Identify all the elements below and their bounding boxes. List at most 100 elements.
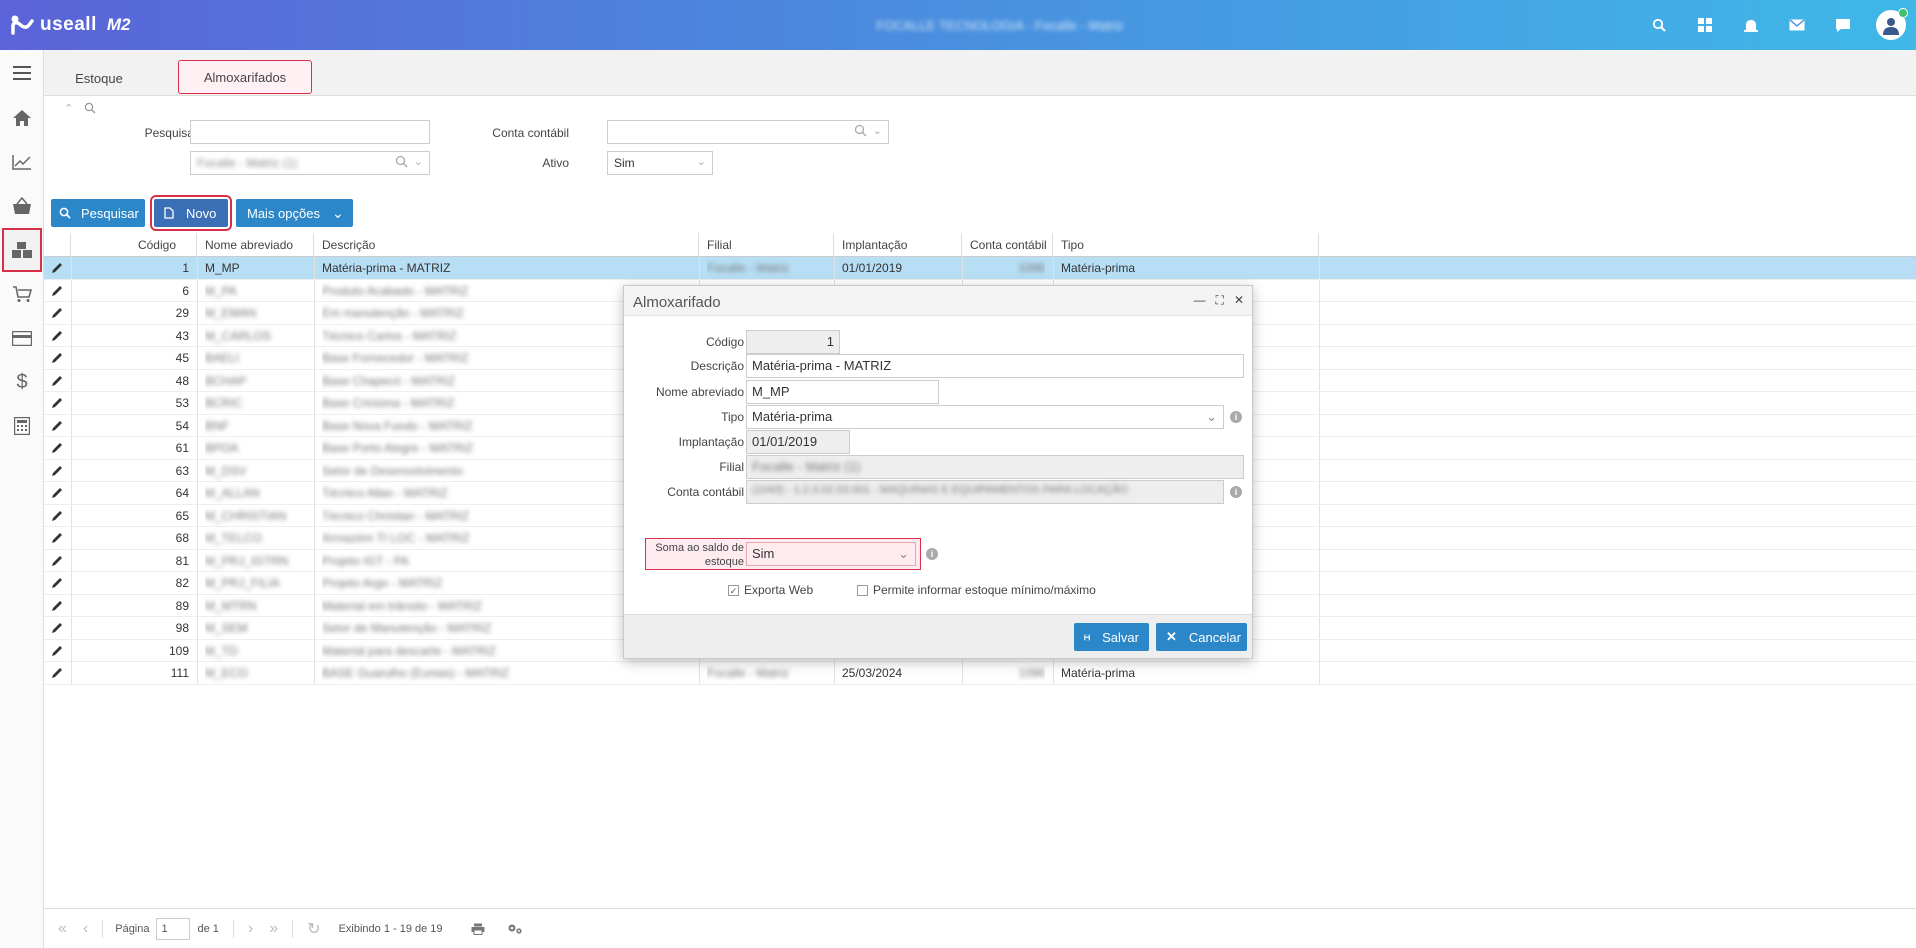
mais-opcoes-button[interactable]: Mais opções ⌄ (236, 199, 353, 227)
edit-pencil-icon[interactable] (50, 595, 68, 617)
header-implantacao[interactable]: Implantação (834, 233, 962, 257)
first-page-icon[interactable]: « (58, 920, 67, 938)
cell-nome: M_EMAN (205, 302, 306, 324)
header-filial[interactable]: Filial (699, 233, 834, 257)
collapse-icon[interactable]: ⌃ (64, 102, 73, 115)
edit-pencil-icon[interactable] (50, 280, 68, 302)
soma-saldo-select[interactable]: Sim ⌄ (746, 542, 916, 566)
search-icon[interactable] (854, 124, 867, 137)
mail-icon[interactable] (1774, 0, 1820, 50)
next-page-icon[interactable]: › (248, 920, 253, 938)
maximize-icon[interactable]: ⛶ (1216, 293, 1224, 308)
card-icon[interactable] (0, 316, 44, 360)
edit-pencil-icon[interactable] (50, 302, 68, 324)
salvar-button[interactable]: Salvar (1074, 623, 1149, 651)
header-codigo[interactable]: Código (71, 233, 197, 257)
tipo-info-icon[interactable]: i (1230, 411, 1242, 423)
search-icon[interactable] (395, 155, 408, 168)
table-row[interactable]: 1 M_MP Matéria-prima - MATRIZ Focalle - Mat… (44, 257, 1916, 280)
apps-icon[interactable] (1682, 0, 1728, 50)
home-icon[interactable] (0, 96, 44, 140)
column-divider (1319, 369, 1320, 391)
conta-contabil-field[interactable]: (1043) - 1.2.3.02.03.001 - MAQUINAS E EQ… (746, 480, 1224, 504)
close-icon[interactable]: ✕ (1234, 293, 1244, 308)
refresh-icon[interactable]: ↻ (307, 919, 320, 939)
edit-pencil-icon[interactable] (50, 392, 68, 414)
pesquisar-button[interactable]: Pesquisar (51, 199, 145, 227)
prev-page-icon[interactable]: ‹ (83, 920, 88, 938)
edit-pencil-icon[interactable] (50, 640, 68, 662)
edit-pencil-icon[interactable] (50, 617, 68, 639)
print-icon[interactable] (471, 923, 485, 935)
edit-pencil-icon[interactable] (50, 370, 68, 392)
user-avatar[interactable] (1876, 8, 1908, 40)
exporta-web-checkbox[interactable]: ✓ Exporta Web (728, 583, 813, 597)
chat-icon[interactable] (1820, 0, 1866, 50)
filial-select[interactable]: Focalle - Matriz (1) ⌄ (190, 151, 430, 175)
conta-info-icon[interactable]: i (1230, 486, 1242, 498)
alarm-icon[interactable] (1728, 0, 1774, 50)
cell-codigo: 82 (79, 572, 189, 594)
settings-gears-icon[interactable] (507, 923, 523, 935)
edit-pencil-icon[interactable] (50, 460, 68, 482)
menu-icon[interactable] (0, 50, 44, 96)
cell-nome-value: BPOA (205, 441, 239, 455)
edit-pencil-icon[interactable] (50, 527, 68, 549)
search-icon[interactable] (1636, 0, 1682, 50)
minimize-icon[interactable]: — (1194, 293, 1206, 308)
header-tipo[interactable]: Tipo (1053, 233, 1319, 257)
page-number-input[interactable]: 1 (155, 917, 190, 940)
soma-saldo-info-icon[interactable]: i (926, 548, 938, 560)
cart-add-icon[interactable] (0, 272, 44, 316)
tab-almoxarifados[interactable]: Almoxarifados (178, 60, 312, 94)
edit-pencil-icon[interactable] (50, 437, 68, 459)
cell-descricao-value: Projeto Argo - MATRIZ (322, 576, 443, 590)
edit-pencil-icon[interactable] (50, 662, 68, 684)
edit-pencil-icon[interactable] (50, 572, 68, 594)
chevron-down-icon[interactable]: ⌄ (697, 155, 706, 168)
chart-icon[interactable] (0, 140, 44, 184)
cell-codigo-value: 81 (175, 553, 189, 568)
conta-icons: ⌄ (854, 124, 882, 137)
filial-field[interactable]: Focalle - Matriz (1) (746, 455, 1244, 479)
basket-icon[interactable] (0, 184, 44, 228)
table-row[interactable]: 111 M_ECO BASE Guarulho (Eunias) - MATRIZ F… (44, 662, 1916, 685)
codigo-field[interactable]: 1 (746, 330, 840, 354)
tipo-select[interactable]: Matéria-prima ⌄ (746, 405, 1224, 429)
last-page-icon[interactable]: » (269, 920, 278, 938)
cell-nome-value: M_PRJ_IGTRN (205, 553, 289, 568)
edit-pencil-icon[interactable] (50, 347, 68, 369)
implantacao-label: Implantação (678, 435, 744, 449)
edit-pencil-icon[interactable] (50, 415, 68, 437)
permite-estoque-checkbox[interactable]: Permite informar estoque mínimo/máximo (857, 583, 1096, 597)
tab-estoque[interactable]: Estoque (64, 60, 134, 96)
column-divider (314, 324, 315, 346)
header-conta-contabil[interactable]: Conta contábil (962, 233, 1053, 257)
dollar-icon[interactable]: $ (0, 360, 44, 404)
edit-pencil-icon[interactable] (50, 505, 68, 527)
edit-pencil-icon[interactable] (50, 257, 68, 279)
pesquisa-geral-input[interactable] (190, 120, 430, 144)
header-nome-abreviado[interactable]: Nome abreviado (197, 233, 314, 257)
nome-abreviado-field[interactable]: M_MP (746, 380, 939, 404)
novo-button[interactable]: Novo (150, 195, 232, 231)
column-divider (71, 572, 72, 594)
cell-filial: Focalle - Matriz (707, 662, 826, 684)
stock-boxes-icon[interactable] (2, 228, 42, 272)
column-divider (197, 639, 198, 661)
header-descricao[interactable]: Descrição (314, 233, 699, 257)
permite-estoque-check[interactable] (857, 584, 868, 596)
cancelar-button[interactable]: ✕ Cancelar (1156, 623, 1247, 651)
implantacao-field[interactable]: 01/01/2019 (746, 430, 850, 454)
logo[interactable]: useall M2 (10, 14, 170, 36)
conta-contabil-select[interactable]: ⌄ (607, 120, 889, 144)
edit-pencil-icon[interactable] (50, 550, 68, 572)
chevron-down-icon[interactable]: ⌄ (873, 124, 882, 137)
descricao-field[interactable]: Matéria-prima - MATRIZ (746, 354, 1244, 378)
calculator-icon[interactable] (0, 404, 44, 448)
edit-pencil-icon[interactable] (50, 325, 68, 347)
ativo-select[interactable]: Sim ⌄ (607, 151, 713, 175)
close-icon: ✕ (1166, 629, 1177, 644)
edit-pencil-icon[interactable] (50, 482, 68, 504)
exporta-web-check[interactable]: ✓ (728, 584, 739, 596)
